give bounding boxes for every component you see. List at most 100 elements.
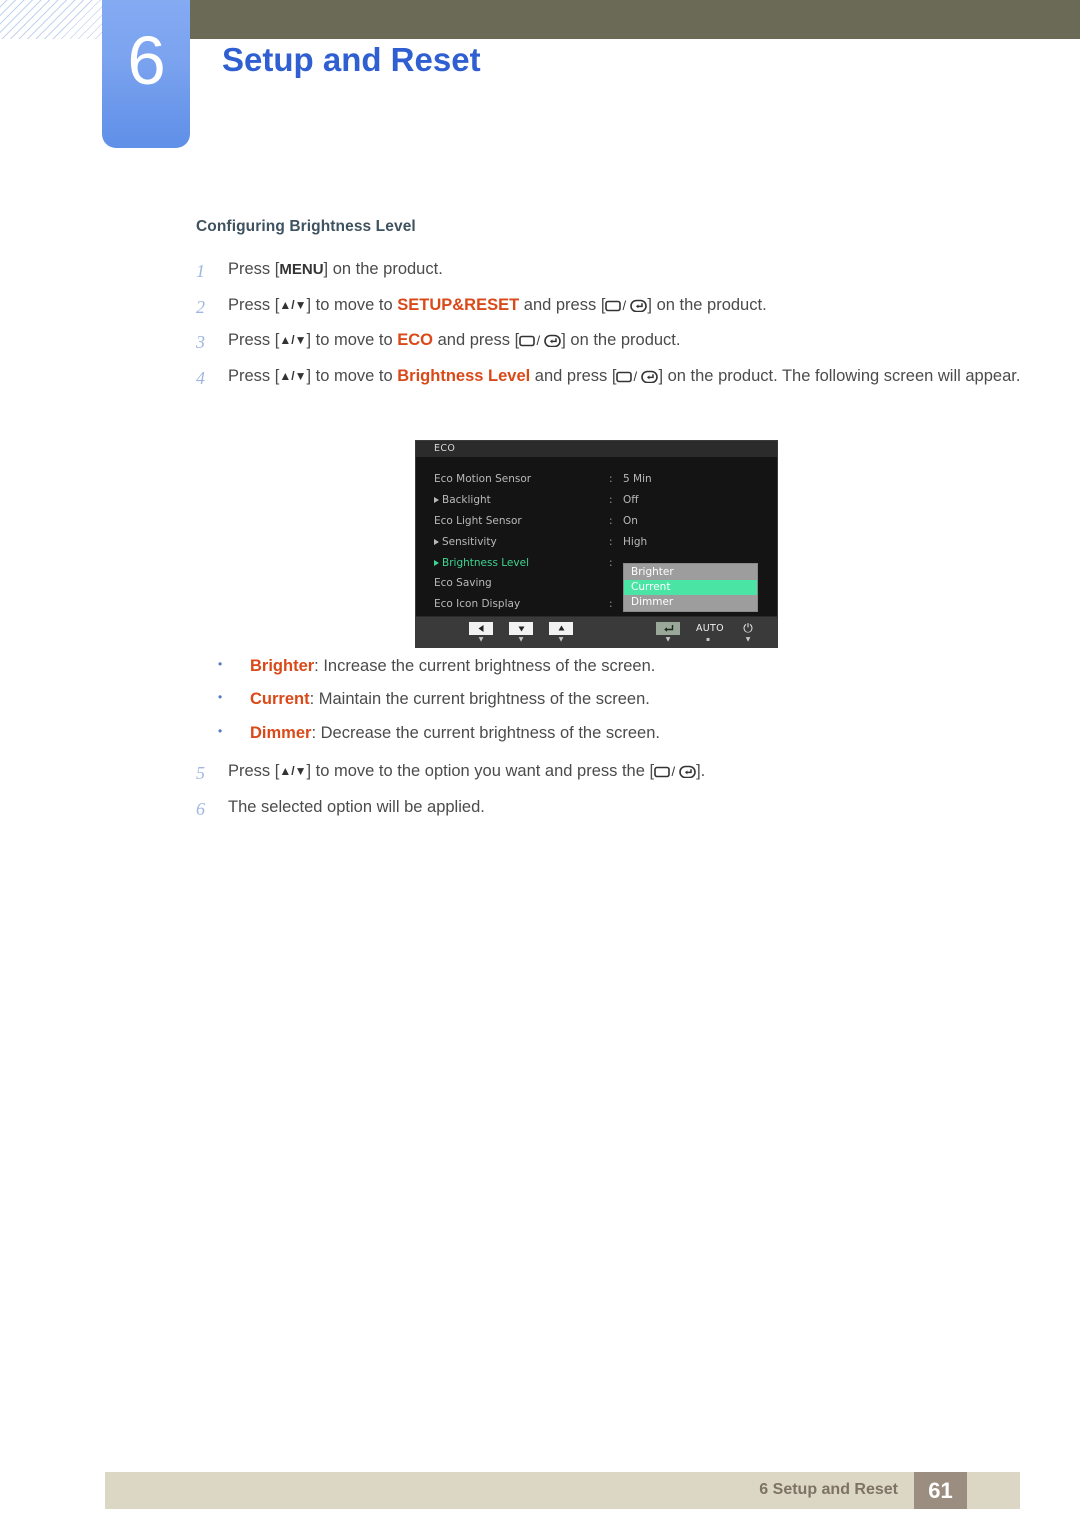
osd-row-label: Brightness Level [434, 557, 609, 569]
steps-list-tail: 5 Press [▲/▼] to move to the option you w… [196, 760, 1026, 831]
osd-label-text: Eco Icon Display [434, 598, 521, 611]
osd-row-label: Sensitivity [434, 536, 609, 548]
svg-text:/: / [537, 333, 541, 347]
bullet-dot-icon: • [218, 690, 223, 705]
step-item: 4 Press [▲/▼] to move to Brightness Level… [196, 365, 1026, 392]
osd-row-value: High [623, 535, 648, 548]
step-item: 5 Press [▲/▼] to move to the option you w… [196, 760, 1026, 787]
osd-row-label: Backlight [434, 494, 609, 506]
header-olive-bar [190, 0, 1080, 39]
footer-bar: 6 Setup and Reset 61 [105, 1472, 1020, 1509]
osd-row[interactable]: Sensitivity: High [416, 531, 777, 552]
step-text: Press [▲/▼] to move to SETUP&RESET and p… [228, 295, 767, 314]
osd-row-list: Eco Motion Sensor:5 Min Backlight: Off Eco … [416, 457, 777, 615]
up-arrow-icon [549, 622, 573, 635]
bullet-item: • Current: Maintain the current brightnes… [196, 688, 1026, 711]
back-enter-key-icon: / [616, 369, 659, 383]
osd-key-bar: ▼ ▼ ▼ ▼ AUTO ▪ ⏻ ▼ [416, 616, 777, 647]
submenu-arrow-icon [434, 538, 439, 545]
step-item: 2 Press [▲/▼] to move to SETUP&RESET and … [196, 294, 1026, 321]
page-title: Setup and Reset [222, 41, 481, 78]
bullet-term: Current [250, 690, 310, 709]
up-down-arrow-icon: ▲/▼ [279, 764, 307, 778]
svg-text:/: / [634, 369, 638, 383]
osd-colon: : [609, 473, 613, 486]
bullet-dot-icon: • [218, 723, 223, 738]
step-text: Press [▲/▼] to move to the option you wa… [228, 762, 706, 780]
step-number: 4 [196, 367, 205, 388]
osd-label-text: Brightness Level [442, 556, 529, 569]
osd-row-label: Eco Light Sensor [434, 515, 609, 527]
osd-colon: : [609, 535, 613, 548]
osd-row-value: Off [623, 494, 639, 507]
osd-row-label: Eco Icon Display [434, 598, 609, 610]
bullet-term: Brighter [250, 657, 315, 675]
step-number: 6 [196, 798, 205, 819]
header-hatch-decoration [0, 0, 103, 39]
down-arrow-key[interactable]: ▼ [509, 622, 533, 644]
submenu-arrow-icon [434, 497, 439, 504]
osd-label-text: Sensitivity [442, 535, 497, 548]
bullet-item: • Dimmer: Decrease the current brightness… [196, 722, 1026, 745]
left-arrow-icon [469, 622, 493, 635]
power-key[interactable]: ⏻ ▼ [736, 622, 760, 644]
enter-key[interactable]: ▼ [656, 622, 680, 644]
bullet-text: Brighter: Increase the current brightnes… [250, 657, 656, 675]
osd-row[interactable]: Eco Motion Sensor:5 Min [416, 469, 777, 490]
back-enter-key-icon: / [519, 333, 562, 348]
submenu-arrow-icon [434, 559, 439, 566]
step-text: The selected option will be applied. [228, 797, 485, 816]
osd-row[interactable]: Backlight: Off [416, 490, 777, 511]
step-number: 3 [196, 332, 205, 353]
bullet-text: Dimmer: Decrease the current brightness … [250, 723, 660, 742]
dropdown-option[interactable]: Brighter [624, 565, 757, 580]
auto-key[interactable]: AUTO ▪ [696, 622, 724, 644]
power-icon: ⏻ [743, 621, 753, 635]
key-indicator-icon: ▼ [558, 636, 564, 643]
step-text: Press [▲/▼] to move to Brightness Level … [228, 366, 1021, 385]
osd-menu-screenshot: ECO Eco Motion Sensor:5 Min Backlight: Off… [415, 440, 778, 648]
key-indicator-icon: ▪ [705, 636, 711, 643]
osd-colon: : [609, 598, 613, 611]
back-enter-key-icon: / [605, 298, 648, 312]
step-item: 6 The selected option will be applied. [196, 796, 1026, 823]
svg-text:/: / [672, 764, 676, 778]
osd-label-text: Eco Motion Sensor [434, 473, 532, 486]
key-indicator-icon: ▼ [518, 636, 524, 643]
step-text: Press [MENU] on the product. [228, 260, 443, 278]
section-heading: Configuring Brightness Level [196, 218, 416, 235]
bullet-dot-icon: • [218, 657, 223, 671]
brightness-level-dropdown[interactable]: Brighter Current Dimmer [624, 564, 757, 611]
auto-key-label: AUTO [696, 623, 724, 634]
left-arrow-key[interactable]: ▼ [469, 622, 493, 644]
chapter-number-badge: 6 [102, 0, 190, 148]
key-indicator-icon: ▼ [478, 636, 484, 643]
step-number: 5 [196, 763, 205, 783]
osd-row-label: Eco Motion Sensor [434, 473, 609, 485]
osd-row-value: On [623, 514, 638, 527]
options-bullet-list: • Brighter: Increase the current brightne… [196, 655, 1026, 755]
keyword-highlight: Brightness Level [397, 366, 531, 385]
step-number: 1 [196, 261, 205, 281]
dropdown-option[interactable]: Dimmer [624, 595, 757, 610]
menu-button-label: MENU [279, 261, 324, 278]
bullet-item: • Brighter: Increase the current brightne… [196, 655, 1026, 678]
osd-colon: : [609, 494, 613, 507]
bullet-term: Dimmer [250, 723, 312, 742]
step-number: 2 [196, 296, 205, 317]
svg-text:/: / [623, 298, 627, 312]
back-enter-key-icon: / [654, 764, 696, 778]
osd-row-value: 5 Min [623, 473, 652, 486]
bullet-text: Current: Maintain the current brightness… [250, 690, 650, 709]
footer-page-number: 61 [914, 1472, 967, 1509]
osd-label-text: Backlight [442, 494, 491, 507]
osd-row[interactable]: Eco Light Sensor: On [416, 511, 777, 532]
enter-arrow-icon [656, 622, 680, 635]
up-down-arrow-icon: ▲/▼ [279, 333, 307, 348]
key-indicator-icon: ▼ [665, 636, 671, 643]
dropdown-option[interactable]: Current [624, 580, 757, 595]
step-item: 3 Press [▲/▼] to move to ECO and press [/… [196, 329, 1026, 356]
key-indicator-icon: ▼ [745, 636, 751, 643]
osd-label-text: Eco Saving [434, 577, 492, 590]
up-arrow-key[interactable]: ▼ [549, 622, 573, 644]
